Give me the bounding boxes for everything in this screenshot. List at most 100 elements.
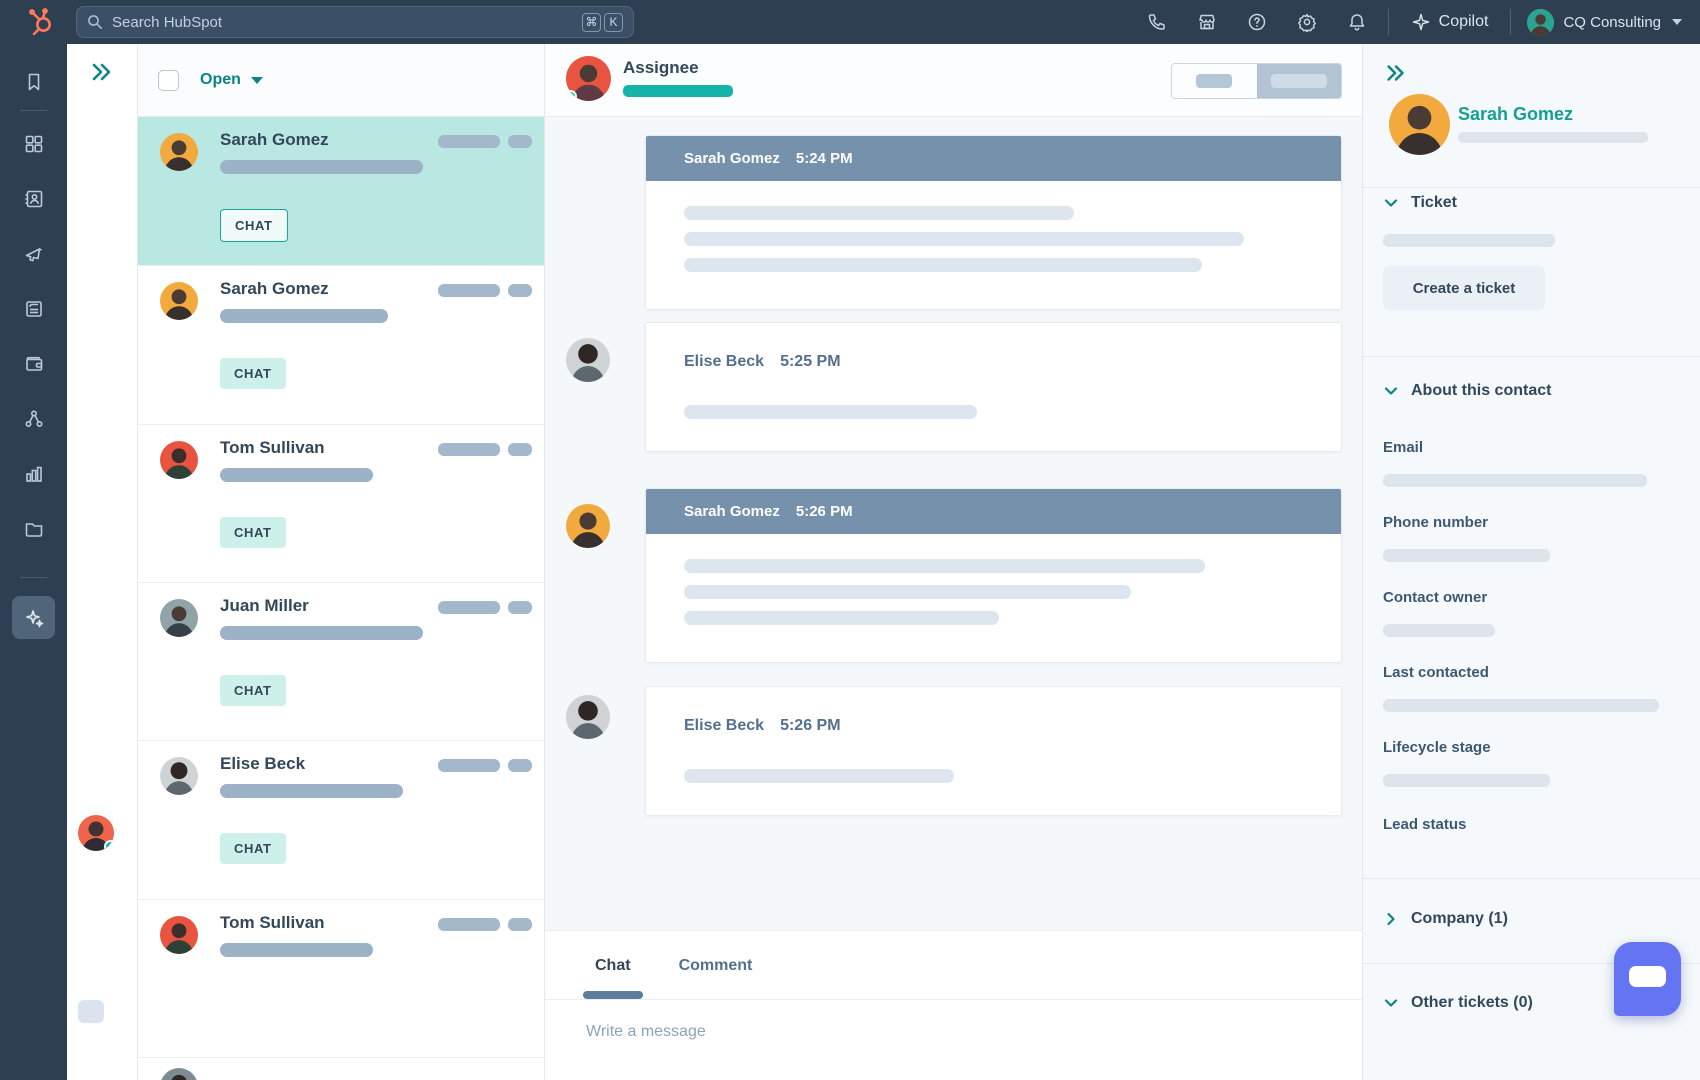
contact-name: Sarah Gomez — [220, 130, 329, 150]
notifications-icon[interactable] — [1332, 0, 1382, 44]
message-text-placeholder — [684, 611, 999, 625]
toggle-right-icon — [1271, 74, 1327, 88]
message-card: Sarah Gomez 5:26 PM — [645, 488, 1342, 663]
ticket-placeholder — [1383, 234, 1555, 247]
bookmark-icon — [23, 71, 45, 93]
message-header: Elise Beck 5:25 PM — [684, 353, 841, 371]
sidebar-item-crm[interactable] — [12, 177, 55, 220]
contact-avatar — [160, 916, 198, 954]
contact-name: Sarah Gomez — [220, 279, 329, 299]
chevron-down-icon — [251, 77, 263, 84]
message-text-placeholder — [684, 585, 1131, 599]
timestamp-placeholder — [438, 759, 500, 772]
meta-placeholder — [508, 443, 532, 456]
sidebar-item-bookmarks[interactable] — [12, 60, 55, 103]
bar-chart-icon — [23, 463, 45, 485]
meta-placeholder — [508, 135, 532, 148]
ticket-section-title: Ticket — [1411, 194, 1457, 212]
status-filter-label: Open — [200, 71, 241, 89]
tab-chat[interactable]: Chat — [583, 949, 643, 983]
other-tickets-section-title: Other tickets (0) — [1411, 994, 1533, 1012]
contact-avatar — [160, 282, 198, 320]
phone-icon[interactable] — [1132, 0, 1182, 44]
contact-name: Juan Miller — [220, 596, 309, 616]
company-section-header[interactable]: Company (1) — [1383, 910, 1508, 928]
contacts-icon — [23, 188, 45, 210]
conversation-list-item[interactable] — [138, 1058, 544, 1080]
chevron-down-icon — [1383, 383, 1399, 399]
account-avatar — [1527, 9, 1554, 36]
conversation-list-item[interactable]: Tom Sullivan — [138, 900, 544, 1058]
online-status-dot — [104, 840, 114, 851]
sidebar-item-marketing[interactable] — [12, 232, 55, 275]
sidebar-item-library[interactable] — [12, 507, 55, 550]
assignee-value-placeholder — [623, 85, 733, 97]
chat-thread-header: Assignee — [545, 44, 1362, 117]
view-toggle-right-segment[interactable] — [1257, 64, 1342, 98]
workflow-icon — [23, 408, 45, 430]
conversation-list-item[interactable]: Sarah Gomez CHAT — [138, 117, 544, 266]
sidebar-item-ai[interactable] — [12, 596, 55, 639]
timestamp-placeholder — [438, 918, 500, 931]
megaphone-icon — [23, 243, 45, 265]
about-section-title: About this contact — [1411, 382, 1551, 400]
meta-placeholder — [508, 918, 532, 931]
nav-divider — [20, 110, 47, 111]
message-time: 5:26 PM — [780, 717, 840, 735]
about-section-header[interactable]: About this contact — [1383, 382, 1551, 400]
composer-divider — [545, 999, 1362, 1000]
create-ticket-button[interactable]: Create a ticket — [1383, 266, 1545, 310]
contact-name: Tom Sullivan — [220, 438, 325, 458]
preview-placeholder — [220, 943, 373, 957]
other-tickets-section-header[interactable]: Other tickets (0) — [1383, 994, 1533, 1012]
select-all-checkbox[interactable] — [158, 70, 179, 91]
tab-comment[interactable]: Comment — [667, 949, 765, 983]
contact-avatar — [160, 599, 198, 637]
conversation-list-item[interactable]: Tom Sullivan CHAT — [138, 425, 544, 583]
conversation-list-item[interactable]: Juan Miller CHAT — [138, 583, 544, 741]
contact-subtitle-placeholder — [1458, 132, 1648, 143]
message-input[interactable]: Write a message — [586, 1023, 706, 1041]
copilot-button[interactable]: Copilot — [1395, 12, 1505, 32]
preview-placeholder — [220, 309, 388, 323]
online-status-dot — [566, 90, 577, 101]
expand-panel-button[interactable] — [88, 58, 116, 86]
sidebar-item-reporting[interactable] — [12, 452, 55, 495]
contact-name: Tom Sullivan — [220, 913, 325, 933]
collapse-panel-button[interactable] — [1383, 60, 1409, 86]
sidebar-item-commerce[interactable] — [12, 342, 55, 385]
message-text-placeholder — [684, 258, 1202, 272]
global-search-input[interactable]: Search HubSpot ⌘ K — [76, 6, 634, 38]
top-bar-divider — [1510, 9, 1511, 35]
message-author: Sarah Gomez — [684, 150, 780, 167]
settings-icon[interactable] — [1282, 0, 1332, 44]
message-header: Sarah Gomez 5:26 PM — [646, 489, 1341, 534]
panel-divider — [1363, 187, 1700, 188]
channel-badge: CHAT — [220, 358, 286, 389]
sidebar-item-automations[interactable] — [12, 397, 55, 440]
help-icon[interactable] — [1232, 0, 1282, 44]
view-toggle-left-segment[interactable] — [1172, 64, 1257, 98]
company-section-title: Company (1) — [1411, 910, 1508, 928]
sidebar-item-workspace[interactable] — [12, 122, 55, 165]
agent-avatar[interactable] — [78, 815, 114, 851]
contact-name-link[interactable]: Sarah Gomez — [1458, 104, 1573, 125]
conversation-list-item[interactable]: Elise Beck CHAT — [138, 741, 544, 900]
channel-badge: CHAT — [220, 517, 286, 548]
field-label: Phone number — [1383, 514, 1488, 531]
panel-divider — [1363, 356, 1700, 357]
sidebar-item-content[interactable] — [12, 287, 55, 330]
channel-badge: CHAT — [220, 833, 286, 864]
hubspot-logo-icon[interactable] — [26, 8, 54, 36]
chat-widget-button[interactable] — [1614, 942, 1681, 1016]
conversation-list-item[interactable]: Sarah Gomez CHAT — [138, 266, 544, 425]
view-toggle[interactable] — [1171, 63, 1342, 99]
search-placeholder: Search HubSpot — [112, 14, 582, 31]
collapsed-placeholder-tile[interactable] — [78, 1000, 104, 1023]
status-filter-dropdown[interactable]: Open — [200, 71, 263, 89]
ticket-section-header[interactable]: Ticket — [1383, 194, 1457, 212]
timestamp-placeholder — [438, 601, 500, 614]
account-menu[interactable]: CQ Consulting — [1517, 9, 1700, 36]
message-text-placeholder — [684, 559, 1205, 573]
marketplace-icon[interactable] — [1182, 0, 1232, 44]
